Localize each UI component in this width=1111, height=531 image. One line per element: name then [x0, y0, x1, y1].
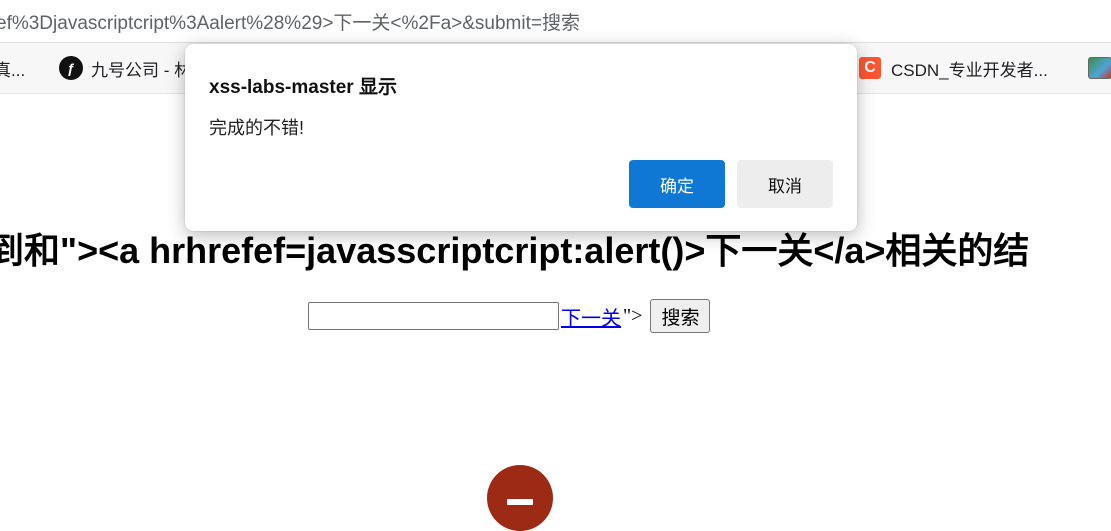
bookmark-item-1[interactable]: 真... — [0, 55, 25, 81]
dialog-message: 完成的不错! — [209, 118, 305, 138]
bookmark-item-csdn[interactable]: C CSDN_专业开发者... — [859, 55, 1048, 81]
address-bar[interactable]: ef%3Djavascriptcript%3Aalert%28%29>下一关<%… — [0, 0, 1111, 43]
bookmark-item-tray[interactable] — [1088, 55, 1111, 81]
next-level-link[interactable]: 下一关 — [561, 302, 621, 331]
alert-dialog: xss-labs-master 显示 完成的不错! 确定 取消 — [185, 44, 857, 231]
ninebot-icon: ƒ — [59, 56, 83, 80]
bookmark-label: 九号公司 - 林 — [91, 60, 192, 80]
address-url[interactable]: ef%3Djavascriptcript%3Aalert%28%29>下一关<%… — [0, 8, 580, 35]
tray-icon — [1088, 57, 1111, 79]
cancel-button[interactable]: 取消 — [737, 160, 833, 208]
bookmark-label: 真... — [0, 60, 26, 80]
search-input[interactable] — [308, 302, 559, 330]
site-logo-icon — [487, 465, 553, 531]
search-button[interactable]: 搜索 — [650, 299, 711, 333]
bookmark-label: CSDN_专业开发者... — [891, 60, 1048, 80]
ok-button[interactable]: 确定 — [629, 160, 725, 208]
dialog-title: xss-labs-master 显示 — [209, 77, 397, 98]
trailing-text: "> — [623, 304, 643, 327]
search-form: 下一关 "> 搜索 — [308, 299, 711, 333]
bookmark-item-ninebot[interactable]: ƒ 九号公司 - 林 — [59, 55, 191, 81]
csdn-icon: C — [859, 57, 881, 79]
